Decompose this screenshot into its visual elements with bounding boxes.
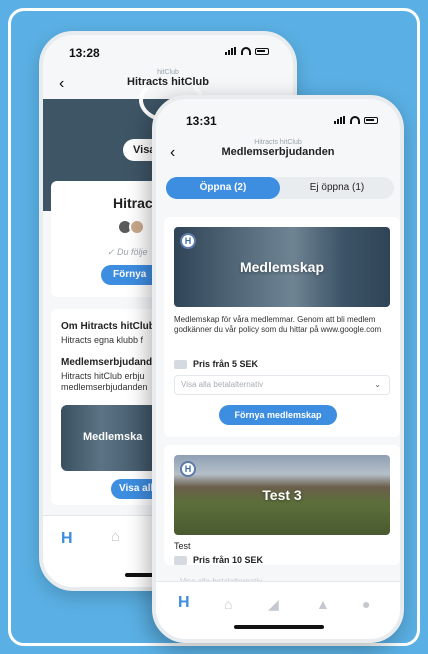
payment-options-select[interactable]: Visa alla betalalternativ ⌄: [174, 375, 390, 395]
offer-image-label: Medlemskap: [239, 259, 325, 275]
offer-description: Test: [174, 541, 191, 551]
status-icons: [225, 47, 269, 55]
front-phone: 13:31 ‹ Hitracts hitClub Medlemserbjudan…: [152, 95, 404, 643]
offer-price: Pris från 10 SEK: [174, 555, 263, 565]
header-title: Medlemserbjudanden: [221, 146, 335, 158]
offer-image[interactable]: H Medlemskap: [174, 227, 390, 307]
payment-options-placeholder: Visa alla betalalternativ: [181, 380, 264, 389]
header-subtitle: Hitracts hitClub: [254, 139, 302, 146]
club-logo-icon: H: [180, 233, 196, 249]
signal-icon: [225, 47, 237, 55]
house-icon[interactable]: ⌂: [111, 528, 120, 545]
club-tab-icon[interactable]: H: [61, 530, 73, 548]
price-tag-icon: [174, 555, 187, 565]
home-indicator: [234, 625, 324, 629]
offer-image[interactable]: H Test 3: [174, 455, 390, 535]
status-time: 13:31: [186, 114, 217, 128]
club-logo-icon: H: [180, 461, 196, 477]
chevron-down-icon: ⌄: [374, 380, 381, 389]
offer-thumbnail[interactable]: Medlemska: [61, 405, 161, 471]
member-avatars: [117, 219, 145, 235]
thumbnail-label: Medlemska: [83, 431, 143, 443]
about-title: Om Hitracts hitClub: [61, 321, 155, 332]
price-tag-icon: [174, 359, 187, 369]
tab-bar: H ⌂ ◢ ▲ ●: [156, 581, 400, 639]
chevron-left-icon[interactable]: ‹: [170, 144, 175, 162]
house-icon[interactable]: ⌂: [224, 596, 232, 612]
bell-icon[interactable]: ▲: [316, 596, 330, 612]
status-time: 13:28: [69, 46, 100, 60]
person-icon[interactable]: ●: [362, 596, 370, 612]
status-bar: 13:28: [43, 35, 293, 65]
offer-description: Medlemskap för våra medlemmar. Genom att…: [174, 315, 382, 334]
offer-card: H Test 3 Test Pris från 10 SEK: [164, 445, 400, 565]
header-subtitle: hitClub: [157, 69, 179, 76]
club-tab-icon[interactable]: H: [178, 594, 190, 612]
offer-price: Pris från 5 SEK: [174, 359, 258, 369]
wifi-icon: [350, 116, 360, 124]
megaphone-icon[interactable]: ◢: [268, 596, 279, 613]
tab-open[interactable]: Öppna (2): [166, 177, 280, 199]
renew-membership-button[interactable]: Förnya medlemskap: [219, 405, 337, 425]
about-text: Hitracts egna klubb f: [61, 335, 144, 345]
battery-icon: [255, 47, 269, 55]
club-name: Hitrac: [113, 195, 153, 211]
offer-price-text: Pris från 10 SEK: [193, 555, 264, 565]
battery-icon: [364, 116, 378, 124]
offers-title: Medlemserbjudande: [61, 357, 158, 368]
avatar: [129, 219, 145, 235]
signal-icon: [334, 116, 346, 124]
tab-not-open[interactable]: Ej öppna (1): [280, 177, 394, 199]
chevron-left-icon[interactable]: ‹: [59, 75, 64, 93]
offer-card: H Medlemskap Medlemskap för våra medlemm…: [164, 217, 400, 437]
segmented-tabs: Öppna (2) Ej öppna (1): [166, 177, 394, 199]
offers-text: Hitracts hitClub erbju medlemserbjudande…: [61, 371, 148, 392]
status-icons: [334, 116, 378, 124]
follow-status: ✓ Du följe: [107, 247, 148, 257]
offer-price-text: Pris från 5 SEK: [193, 359, 259, 369]
offer-image-label: Test 3: [262, 487, 302, 503]
nav-header: ‹ Hitracts hitClub Medlemserbjudanden: [156, 139, 400, 169]
wifi-icon: [241, 47, 251, 55]
